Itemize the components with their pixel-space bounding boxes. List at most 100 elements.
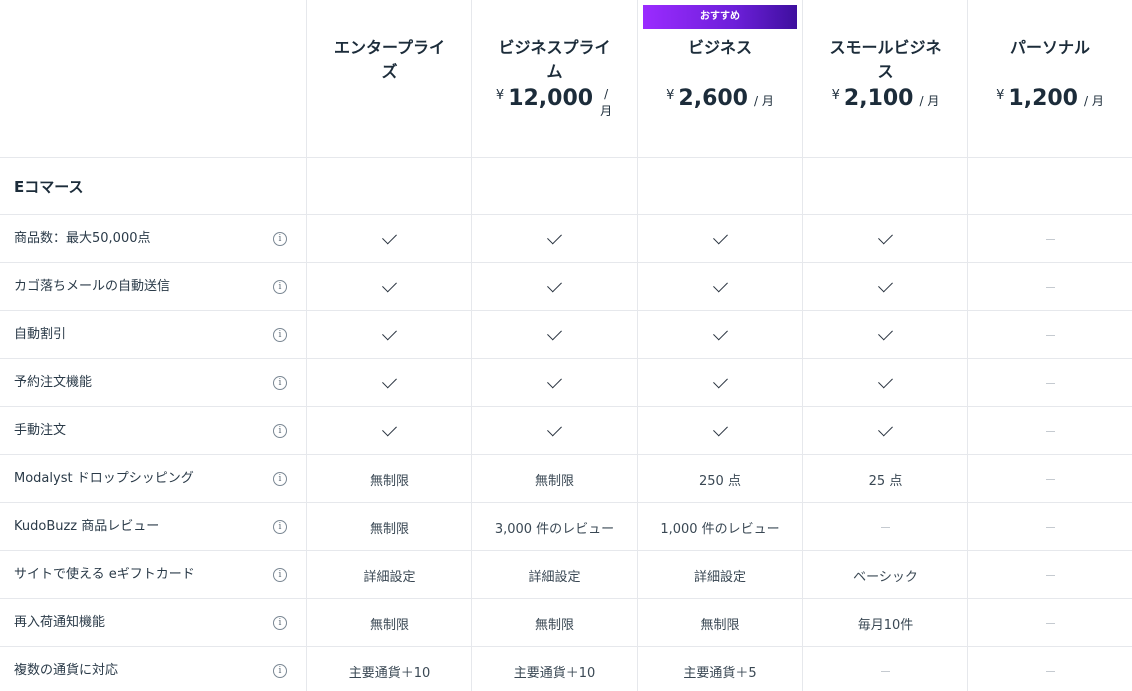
feature-label: 手動注文 [14,423,67,438]
cell-not-included [968,551,1132,599]
info-icon[interactable]: i [273,376,287,390]
currency-symbol: ¥ [831,88,840,103]
table-row: 商品数：最大50,000点 i [0,215,1132,263]
price-amount: 12,000 [508,86,594,111]
cell-included [803,407,968,455]
cell-value: 無制限 [534,473,574,489]
checkmark-icon [382,421,397,437]
table-row: 再入荷通知機能 i 無制限 無制限 無制限 毎月10件 [0,599,1132,647]
currency-symbol: ¥ [996,88,1005,103]
info-icon[interactable]: i [273,616,287,630]
cell-value: 無制限 [534,617,574,633]
feature-label: 予約注文機能 [14,375,93,390]
cell-value: 主要通貨＋10 [513,665,596,681]
cell-value: 無制限 [369,473,409,489]
feature-label: 商品数：最大50,000点 [14,231,151,246]
info-icon[interactable]: i [273,424,287,438]
checkmark-icon [878,421,893,437]
dash-icon [881,670,890,672]
checkmark-icon [382,229,397,245]
checkmark-icon [547,277,562,293]
cell-not-included [968,599,1132,647]
info-icon[interactable]: i [273,472,287,486]
cell-value: 1,000 件のレビュー [660,521,780,537]
cell-included [472,263,637,311]
info-icon[interactable]: i [273,280,287,294]
plan-small-business: スモールビジネス ¥ 2,100 / 月 [803,0,968,158]
plan-name: ビジネス [687,38,752,57]
info-icon[interactable]: i [273,328,287,342]
plan-name: ビジネスプライム [498,38,611,81]
cell-included [637,215,803,263]
plan-business-prime: ビジネスプライム ¥ 12,000 / 月 [472,0,637,158]
checkmark-icon [712,277,728,293]
cell-value: ベーシック [853,569,918,585]
plan-price: ¥ 1,200 / 月 [968,86,1132,112]
checkmark-icon [712,325,728,341]
table-row: 手動注文 i [0,407,1132,455]
table-row: サイトで使える eギフトカード i 詳細設定 詳細設定 詳細設定 ベーシック [0,551,1132,599]
cell-value: 主要通貨＋10 [348,665,431,681]
cell-included [472,311,637,359]
cell-value: 25 点 [868,473,903,489]
cell-not-included [803,647,968,691]
cell-not-included [968,311,1132,359]
cell-included [307,407,472,455]
plan-price: ¥ 12,000 / 月 [472,86,637,120]
cell-value: 無制限 [369,521,409,537]
cell-included [803,263,968,311]
checkmark-icon [712,229,728,245]
dash-icon [1045,334,1055,336]
column-divider [637,0,638,691]
cell-value: 詳細設定 [363,569,416,585]
cell-included [637,263,803,311]
checkmark-icon [547,373,562,389]
checkmark-icon [547,325,562,341]
table-row: 自動割引 i [0,311,1132,359]
cell-value: 詳細設定 [528,569,581,585]
info-icon[interactable]: i [273,664,287,678]
plan-personal: パーソナル ¥ 1,200 / 月 [968,0,1132,158]
dash-icon [1045,622,1055,624]
price-period: / 月 [600,87,613,118]
dash-icon [881,526,890,528]
column-divider [471,0,472,691]
feature-label: 再入荷通知機能 [14,615,106,630]
cell-not-included [803,503,968,551]
plan-name: エンタープライズ [333,38,446,81]
plan-price: ¥ 2,600 / 月 [637,86,803,112]
dash-icon [1045,670,1055,672]
currency-symbol: ¥ [495,88,505,103]
price-period: / 月 [919,94,940,108]
cell-included [637,311,803,359]
dash-icon [1045,286,1055,288]
info-icon[interactable]: i [273,520,287,534]
plan-name: パーソナル [1009,38,1090,57]
info-icon[interactable]: i [273,568,287,582]
feature-label: 複数の通貨に対応 [14,663,119,678]
recommended-badge: おすすめ [643,5,797,29]
cell-value: 無制限 [369,617,409,633]
section-title: Eコマース [14,178,84,196]
plan-price: ¥ 2,100 / 月 [803,86,968,112]
column-divider [967,0,968,691]
cell-included [637,359,803,407]
dash-icon [1045,430,1055,432]
checkmark-icon [878,229,893,245]
feature-label: KudoBuzz 商品レビュー [14,519,160,534]
cell-not-included [968,359,1132,407]
dash-icon [1045,526,1055,528]
table-row: カゴ落ちメールの自動送信 i [0,263,1132,311]
price-period: / 月 [1084,94,1104,108]
info-icon[interactable]: i [273,232,287,246]
checkmark-icon [878,277,893,293]
checkmark-icon [547,421,562,437]
checkmark-icon [382,325,397,341]
cell-value: 3,000 件のレビュー [494,521,615,537]
column-divider [306,0,307,691]
table-row: 複数の通貨に対応 i 主要通貨＋10 主要通貨＋10 主要通貨＋5 [0,647,1132,691]
checkmark-icon [382,277,397,293]
cell-value: 毎月10件 [857,617,914,633]
cell-not-included [968,647,1132,691]
feature-label: サイトで使える eギフトカード [14,567,195,582]
